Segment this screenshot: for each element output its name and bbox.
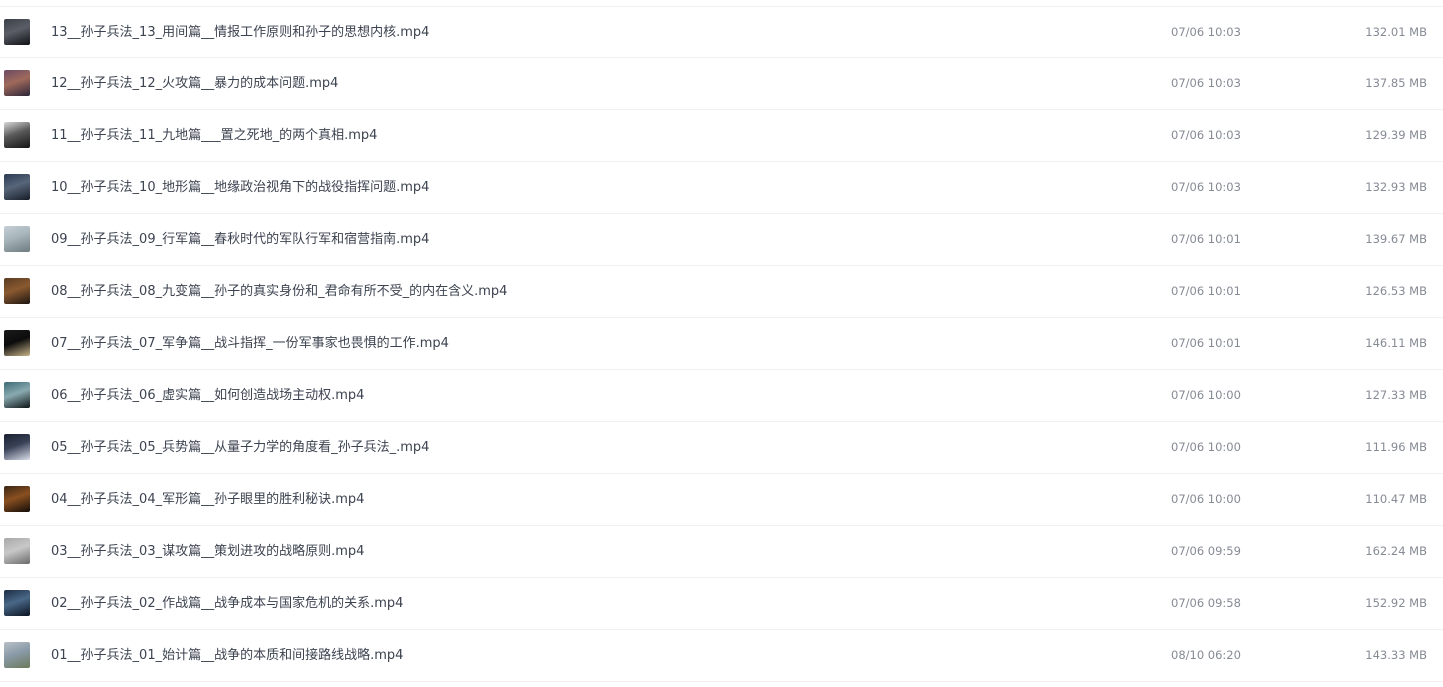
- file-row[interactable]: 12__孙子兵法_12_火攻篇__暴力的成本问题.mp4 07/06 10:03 1…: [0, 58, 1443, 110]
- video-thumbnail[interactable]: [4, 434, 30, 460]
- video-thumbnail[interactable]: [4, 122, 30, 148]
- file-row[interactable]: 01__孙子兵法_01_始计篇__战争的本质和间接路线战略.mp4 08/10 0…: [0, 630, 1443, 682]
- file-row[interactable]: 02__孙子兵法_02_作战篇__战争成本与国家危机的关系.mp4 07/06 0…: [0, 578, 1443, 630]
- file-row[interactable]: 08__孙子兵法_08_九变篇__孙子的真实身份和_君命有所不受_的内在含义.m…: [0, 266, 1443, 318]
- modified-time: 08/10 06:20: [1171, 648, 1241, 662]
- video-thumbnail[interactable]: [4, 278, 30, 304]
- video-thumbnail[interactable]: [4, 642, 30, 668]
- modified-time: 07/06 10:01: [1171, 232, 1241, 246]
- modified-time: 07/06 10:03: [1171, 128, 1241, 142]
- file-size: 129.39 MB: [1365, 128, 1427, 142]
- video-thumbnail[interactable]: [4, 486, 30, 512]
- file-name[interactable]: 01__孙子兵法_01_始计篇__战争的本质和间接路线战略.mp4: [51, 630, 403, 681]
- modified-time: 07/06 09:59: [1171, 544, 1241, 558]
- modified-time: 07/06 10:03: [1171, 76, 1241, 90]
- file-name[interactable]: 13__孙子兵法_13_用间篇__情报工作原则和孙子的思想内核.mp4: [51, 7, 429, 58]
- file-size: 162.24 MB: [1365, 544, 1427, 558]
- file-size: 111.96 MB: [1365, 440, 1427, 454]
- video-thumbnail[interactable]: [4, 590, 30, 616]
- modified-time: 07/06 10:00: [1171, 440, 1241, 454]
- modified-time: 07/06 10:03: [1171, 180, 1241, 194]
- file-row[interactable]: 07__孙子兵法_07_军争篇__战斗指挥_一份军事家也畏惧的工作.mp4 07/…: [0, 318, 1443, 370]
- file-size: 139.67 MB: [1365, 232, 1427, 246]
- modified-time: 07/06 10:01: [1171, 284, 1241, 298]
- file-list: 13__孙子兵法_13_用间篇__情报工作原则和孙子的思想内核.mp4 07/06…: [0, 6, 1443, 682]
- file-row[interactable]: 13__孙子兵法_13_用间篇__情报工作原则和孙子的思想内核.mp4 07/06…: [0, 6, 1443, 58]
- video-thumbnail[interactable]: [4, 19, 30, 45]
- file-name[interactable]: 09__孙子兵法_09_行军篇__春秋时代的军队行军和宿营指南.mp4: [51, 214, 429, 265]
- file-name[interactable]: 07__孙子兵法_07_军争篇__战斗指挥_一份军事家也畏惧的工作.mp4: [51, 318, 449, 369]
- modified-time: 07/06 10:00: [1171, 388, 1241, 402]
- modified-time: 07/06 09:58: [1171, 596, 1241, 610]
- file-size: 127.33 MB: [1365, 388, 1427, 402]
- file-size: 132.01 MB: [1365, 25, 1427, 39]
- file-name[interactable]: 11__孙子兵法_11_九地篇___置之死地_的两个真相.mp4: [51, 110, 377, 161]
- file-size: 110.47 MB: [1365, 492, 1427, 506]
- file-size: 137.85 MB: [1365, 76, 1427, 90]
- file-name[interactable]: 12__孙子兵法_12_火攻篇__暴力的成本问题.mp4: [51, 58, 338, 109]
- file-row[interactable]: 11__孙子兵法_11_九地篇___置之死地_的两个真相.mp4 07/06 10…: [0, 110, 1443, 162]
- video-thumbnail[interactable]: [4, 70, 30, 96]
- video-thumbnail[interactable]: [4, 226, 30, 252]
- file-row[interactable]: 04__孙子兵法_04_军形篇__孙子眼里的胜利秘诀.mp4 07/06 10:0…: [0, 474, 1443, 526]
- file-size: 146.11 MB: [1365, 336, 1427, 350]
- modified-time: 07/06 10:03: [1171, 25, 1241, 39]
- file-size: 132.93 MB: [1365, 180, 1427, 194]
- file-row[interactable]: 10__孙子兵法_10_地形篇__地缘政治视角下的战役指挥问题.mp4 07/06…: [0, 162, 1443, 214]
- modified-time: 07/06 10:00: [1171, 492, 1241, 506]
- file-row[interactable]: 09__孙子兵法_09_行军篇__春秋时代的军队行军和宿营指南.mp4 07/06…: [0, 214, 1443, 266]
- video-thumbnail[interactable]: [4, 330, 30, 356]
- modified-time: 07/06 10:01: [1171, 336, 1241, 350]
- file-name[interactable]: 06__孙子兵法_06_虚实篇__如何创造战场主动权.mp4: [51, 370, 364, 421]
- file-name[interactable]: 02__孙子兵法_02_作战篇__战争成本与国家危机的关系.mp4: [51, 578, 403, 629]
- file-name[interactable]: 03__孙子兵法_03_谋攻篇__策划进攻的战略原则.mp4: [51, 526, 364, 577]
- file-size: 126.53 MB: [1365, 284, 1427, 298]
- video-thumbnail[interactable]: [4, 382, 30, 408]
- file-name[interactable]: 04__孙子兵法_04_军形篇__孙子眼里的胜利秘诀.mp4: [51, 474, 364, 525]
- video-thumbnail[interactable]: [4, 538, 30, 564]
- file-row[interactable]: 03__孙子兵法_03_谋攻篇__策划进攻的战略原则.mp4 07/06 09:5…: [0, 526, 1443, 578]
- video-thumbnail[interactable]: [4, 174, 30, 200]
- file-size: 143.33 MB: [1365, 648, 1427, 662]
- file-name[interactable]: 05__孙子兵法_05_兵势篇__从量子力学的角度看_孙子兵法_.mp4: [51, 422, 429, 473]
- file-row[interactable]: 05__孙子兵法_05_兵势篇__从量子力学的角度看_孙子兵法_.mp4 07/0…: [0, 422, 1443, 474]
- file-name[interactable]: 08__孙子兵法_08_九变篇__孙子的真实身份和_君命有所不受_的内在含义.m…: [51, 266, 507, 317]
- file-row[interactable]: 06__孙子兵法_06_虚实篇__如何创造战场主动权.mp4 07/06 10:0…: [0, 370, 1443, 422]
- file-size: 152.92 MB: [1365, 596, 1427, 610]
- file-name[interactable]: 10__孙子兵法_10_地形篇__地缘政治视角下的战役指挥问题.mp4: [51, 162, 429, 213]
